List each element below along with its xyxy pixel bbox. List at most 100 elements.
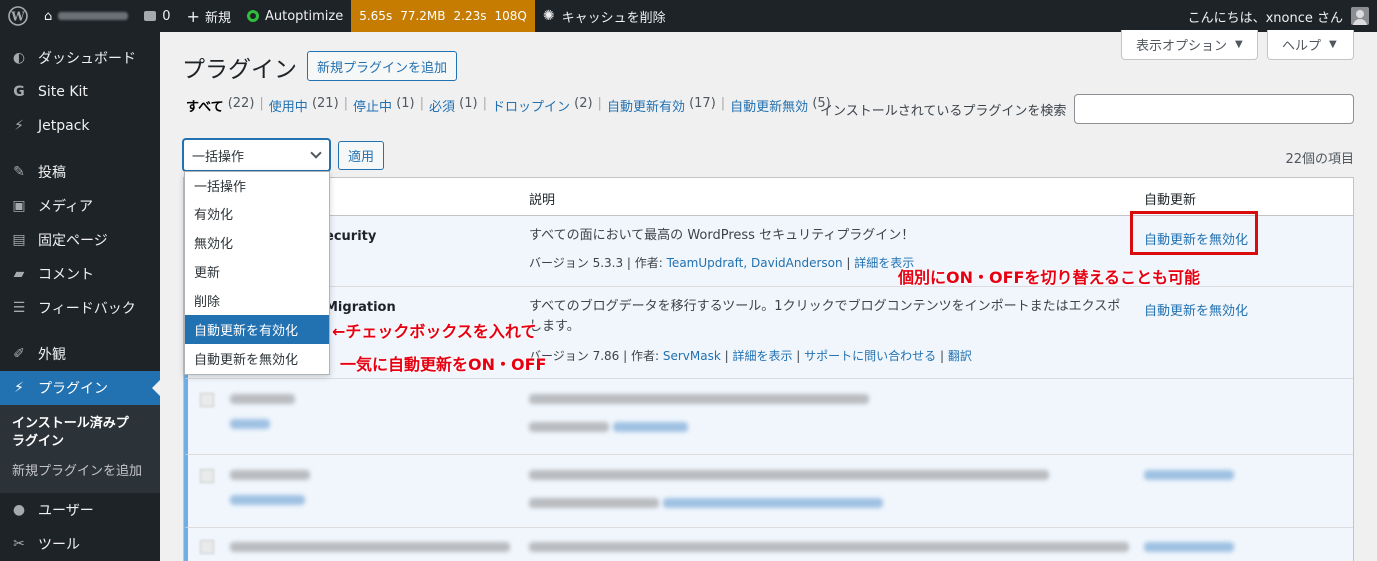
filter-count: (1) bbox=[459, 96, 478, 111]
sidebar-item-tools[interactable]: ✂ ツール bbox=[0, 527, 160, 561]
wrench-icon: ✂ bbox=[13, 536, 25, 552]
plugin-name: ecurity bbox=[325, 229, 377, 244]
pin-icon: ✎ bbox=[13, 164, 25, 180]
autoptimize-menu[interactable]: Autoptimize bbox=[239, 0, 351, 32]
page-icon: ▤ bbox=[12, 232, 26, 248]
admin-sidebar: ◐ ダッシュボード G Site Kit ⚡ Jetpack ✎ 投稿 ▣ メデ… bbox=[0, 32, 160, 561]
sidebar-item-feedback[interactable]: ☰ フィードバック bbox=[0, 291, 160, 325]
site-name-menu[interactable]: ⌂ bbox=[36, 0, 136, 32]
chevron-down-icon bbox=[310, 147, 322, 159]
plugin-search-input[interactable] bbox=[1074, 94, 1354, 124]
apply-button[interactable]: 適用 bbox=[338, 141, 385, 170]
user-icon: ● bbox=[12, 502, 26, 518]
bulk-option-disable-autoupdate[interactable]: 自動更新を無効化 bbox=[185, 344, 329, 373]
filter-all[interactable]: すべて bbox=[186, 96, 224, 115]
wordpress-logo-icon[interactable]: W bbox=[0, 0, 36, 32]
caret-down-icon: ▼ bbox=[1235, 39, 1243, 50]
sidebar-item-label: 投稿 bbox=[38, 165, 66, 181]
author-link[interactable]: TeamUpdraft, DavidAnderson bbox=[667, 256, 843, 270]
svg-text:W: W bbox=[10, 10, 25, 24]
media-icon: ▣ bbox=[12, 198, 26, 214]
help-button[interactable]: ヘルプ ▼ bbox=[1267, 30, 1354, 60]
annotation-bulk: 一気に自動更新をON・OFF bbox=[340, 355, 547, 374]
plugin-meta: バージョン 7.86 | 作者: ServMask | 詳細を表示 | サポート… bbox=[529, 349, 972, 363]
separator: | bbox=[842, 256, 855, 270]
blurred-plugin-name bbox=[230, 542, 510, 552]
table-row-blurred bbox=[184, 528, 1353, 561]
brush-icon: ✐ bbox=[13, 346, 25, 362]
sidebar-item-label: プラグイン bbox=[38, 381, 108, 397]
sidebar-item-posts[interactable]: ✎ 投稿 bbox=[0, 155, 160, 189]
row-checkbox[interactable] bbox=[200, 469, 214, 483]
bulk-option-update[interactable]: 更新 bbox=[185, 257, 329, 286]
sidebar-item-jetpack[interactable]: ⚡ Jetpack bbox=[0, 109, 160, 143]
plugin-name: Migration bbox=[325, 300, 396, 315]
sidebar-item-media[interactable]: ▣ メディア bbox=[0, 189, 160, 223]
sidebar-item-label: ダッシュボード bbox=[38, 51, 136, 67]
blurred-version bbox=[529, 422, 609, 432]
blurred-version bbox=[529, 498, 659, 508]
blurred-autoupdate bbox=[1144, 542, 1234, 552]
home-icon: ⌂ bbox=[44, 8, 53, 24]
bulk-action-selected: 一括操作 bbox=[192, 149, 245, 165]
filter-inactive[interactable]: 停止中 bbox=[353, 96, 392, 115]
sidebar-item-pages[interactable]: ▤ 固定ページ bbox=[0, 223, 160, 257]
purge-cache-label: キャッシュを削除 bbox=[561, 10, 666, 26]
filter-dropins[interactable]: ドロップイン bbox=[492, 96, 570, 115]
sidebar-item-label: 外観 bbox=[38, 347, 66, 363]
perf-queries: 108Q bbox=[494, 9, 527, 23]
filter-mustuse[interactable]: 必須 bbox=[429, 96, 455, 115]
sidebar-item-dashboard[interactable]: ◐ ダッシュボード bbox=[0, 41, 160, 75]
plugins-submenu: インストール済みプラグイン 新規プラグインを追加 bbox=[0, 405, 160, 493]
plugin-description: すべての面において最高の WordPress セキュリティプラグイン！ bbox=[529, 228, 915, 243]
sidebar-item-comments[interactable]: ▰ コメント bbox=[0, 257, 160, 291]
status-dot-icon bbox=[246, 10, 259, 22]
site-name-blurred bbox=[58, 12, 129, 20]
translate-link[interactable]: 翻訳 bbox=[948, 349, 972, 363]
greeting: こんにちは、xnonce さん bbox=[1187, 10, 1343, 26]
author-link[interactable]: ServMask bbox=[663, 349, 721, 363]
screen-options-button[interactable]: 表示オプション ▼ bbox=[1121, 30, 1258, 60]
new-label: 新規 bbox=[204, 10, 231, 26]
new-content-menu[interactable]: + 新規 bbox=[179, 0, 239, 32]
bulk-option-activate[interactable]: 有効化 bbox=[185, 199, 329, 228]
add-new-plugin-button[interactable]: 新規プラグインを追加 bbox=[307, 51, 458, 81]
bulk-option-enable-autoupdate[interactable]: 自動更新を有効化 bbox=[185, 315, 329, 344]
sidebar-item-appearance[interactable]: ✐ 外観 bbox=[0, 337, 160, 371]
perf-memory: 77.2MB bbox=[400, 9, 446, 23]
my-account-menu[interactable]: こんにちは、xnonce さん bbox=[1180, 0, 1377, 32]
filter-autoupdate-enabled[interactable]: 自動更新有効 bbox=[607, 96, 685, 115]
perf-db-time: 2.23s bbox=[453, 9, 487, 23]
bulk-action-select[interactable]: 一括操作 bbox=[183, 139, 330, 171]
plus-icon: + bbox=[186, 6, 200, 26]
filter-autoupdate-disabled[interactable]: 自動更新無効 bbox=[730, 96, 808, 115]
filter-count: (2) bbox=[574, 96, 593, 111]
sidebar-item-users[interactable]: ● ユーザー bbox=[0, 493, 160, 527]
comments-menu[interactable]: 0 bbox=[136, 0, 178, 32]
purge-cache-menu[interactable]: ✺ キャッシュを削除 bbox=[535, 0, 674, 32]
perf-time: 5.65s bbox=[359, 9, 393, 23]
row-checkbox[interactable] bbox=[200, 540, 214, 554]
bulk-action-dropdown: 一括操作 有効化 無効化 更新 削除 自動更新を有効化 自動更新を無効化 bbox=[184, 171, 330, 375]
feedback-icon: ☰ bbox=[12, 300, 26, 316]
submenu-installed-plugins[interactable]: インストール済みプラグイン bbox=[0, 411, 145, 455]
bulk-option-deactivate[interactable]: 無効化 bbox=[185, 228, 329, 257]
screen-options-label: 表示オプション bbox=[1136, 39, 1228, 54]
query-monitor-menu[interactable]: 5.65s 77.2MB 2.23s 108Q bbox=[351, 0, 535, 32]
disable-autoupdate-link[interactable]: 自動更新を無効化 bbox=[1144, 300, 1248, 319]
search-label: インストールされているプラグインを検索 bbox=[820, 104, 1067, 119]
sitekit-icon: G bbox=[13, 84, 25, 100]
sidebar-item-sitekit[interactable]: G Site Kit bbox=[0, 75, 160, 109]
blurred-plugin-name bbox=[230, 470, 310, 480]
filter-active[interactable]: 使用中 bbox=[269, 96, 308, 115]
details-link[interactable]: 詳細を表示 bbox=[732, 349, 792, 363]
bulk-option-delete[interactable]: 削除 bbox=[185, 286, 329, 315]
submenu-add-new-plugin[interactable]: 新規プラグインを追加 bbox=[0, 459, 160, 485]
support-link[interactable]: サポートに問い合わせる bbox=[804, 349, 936, 363]
filter-count: (22) bbox=[227, 96, 255, 111]
column-autoupdate: 自動更新 bbox=[1144, 193, 1197, 208]
description-line: すべてのブログデータを移行するツール。1クリックでブログコンテンツをインポートま… bbox=[529, 299, 1121, 314]
row-checkbox[interactable] bbox=[200, 393, 214, 407]
bulk-option-default[interactable]: 一括操作 bbox=[185, 172, 329, 199]
sidebar-item-plugins[interactable]: ⚡ プラグイン bbox=[0, 371, 160, 405]
